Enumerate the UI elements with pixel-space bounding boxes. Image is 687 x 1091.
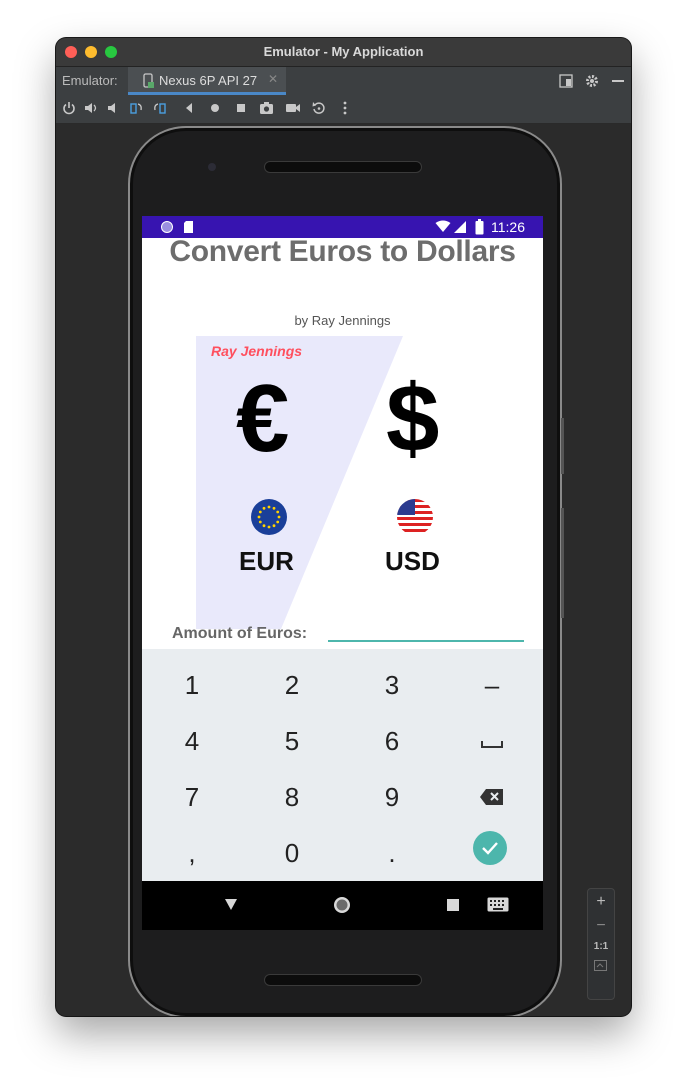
- zoom-in-button[interactable]: +: [588, 893, 614, 911]
- app-subtitle: by Ray Jennings: [294, 313, 391, 328]
- app-title: Convert Euros to Dollars: [169, 235, 516, 268]
- power-icon[interactable]: [62, 101, 76, 115]
- wifi-icon: [435, 220, 451, 232]
- key-3[interactable]: 3: [342, 657, 442, 713]
- home-circle-icon[interactable]: [332, 895, 352, 915]
- battery-icon: [475, 219, 484, 235]
- device-tab-label: Nexus 6P API 27: [159, 73, 258, 88]
- currency-graphic: Ray Jennings € $ EUR USD: [196, 336, 466, 629]
- key-9[interactable]: 9: [342, 769, 442, 825]
- usd-label: USD: [385, 546, 440, 576]
- home-icon[interactable]: [209, 102, 221, 114]
- close-tab-icon[interactable]: ✕: [268, 72, 278, 86]
- layout-icon[interactable]: [559, 74, 573, 88]
- key-comma[interactable]: ,: [142, 825, 242, 881]
- recents-square-icon[interactable]: [447, 899, 459, 911]
- keyboard-icon[interactable]: [487, 897, 509, 912]
- key-done[interactable]: [473, 831, 507, 865]
- notification-circle-icon: [161, 221, 173, 233]
- key-backspace[interactable]: [442, 769, 542, 825]
- window-title: Emulator - My Application: [263, 44, 424, 59]
- device-screen: 11:26 Convert Euros to Dollars by Ray Je…: [142, 216, 543, 930]
- rotate-left-icon[interactable]: [129, 101, 143, 115]
- back-triangle-icon[interactable]: [224, 898, 238, 911]
- more-icon[interactable]: [342, 101, 348, 115]
- video-icon[interactable]: [285, 101, 301, 115]
- bottom-speaker: [264, 974, 422, 986]
- key-8[interactable]: 8: [242, 769, 342, 825]
- navigation-bar: [142, 881, 543, 930]
- emulator-window: Emulator - My Application Emulator: Nexu…: [56, 38, 631, 1016]
- key-7[interactable]: 7: [142, 769, 242, 825]
- minimize-panel-icon[interactable]: [612, 80, 624, 82]
- key-space[interactable]: [442, 713, 542, 769]
- power-key: [561, 418, 564, 474]
- title-bar: Emulator - My Application: [56, 38, 631, 67]
- emulator-toolbar: [56, 95, 631, 124]
- volume-keys: [561, 508, 564, 618]
- key-4[interactable]: 4: [142, 713, 242, 769]
- back-icon[interactable]: [183, 102, 195, 114]
- amount-input[interactable]: [328, 618, 524, 642]
- us-flag-icon: [397, 499, 433, 535]
- dollar-symbol: $: [386, 365, 440, 472]
- space-icon: [481, 741, 503, 748]
- volume-up-icon[interactable]: [84, 101, 98, 115]
- key-6[interactable]: 6: [342, 713, 442, 769]
- backspace-icon: [480, 789, 503, 805]
- numeric-keypad: 1 2 3 – 4 5 6 7 8 9 , 0 .: [142, 649, 543, 881]
- key-minus[interactable]: –: [442, 657, 542, 713]
- key-1[interactable]: 1: [142, 657, 242, 713]
- key-5[interactable]: 5: [242, 713, 342, 769]
- check-icon: [482, 842, 498, 855]
- device-tab[interactable]: Nexus 6P API 27 ✕: [128, 67, 286, 95]
- volume-down-icon[interactable]: [106, 101, 120, 115]
- replay-icon[interactable]: [312, 101, 326, 115]
- key-period[interactable]: .: [342, 825, 442, 881]
- fit-screen-icon[interactable]: [594, 960, 607, 971]
- signature-text: Ray Jennings: [211, 343, 303, 359]
- rotate-right-icon[interactable]: [153, 101, 167, 115]
- zoom-panel: + − 1:1: [587, 888, 615, 1000]
- eur-label: EUR: [239, 546, 294, 576]
- phone-icon: [143, 73, 154, 88]
- emulator-label: Emulator:: [62, 73, 118, 88]
- key-2[interactable]: 2: [242, 657, 342, 713]
- sd-card-icon: [184, 221, 193, 233]
- gear-icon[interactable]: [585, 74, 599, 88]
- cellular-signal-icon: [454, 221, 466, 233]
- front-camera: [208, 163, 216, 171]
- tab-bar: Emulator: Nexus 6P API 27 ✕: [56, 67, 631, 95]
- overview-icon[interactable]: [235, 102, 247, 114]
- clock: 11:26: [491, 219, 525, 235]
- eu-flag-icon: [251, 499, 287, 535]
- key-0[interactable]: 0: [242, 825, 342, 881]
- one-to-one-button[interactable]: 1:1: [588, 941, 614, 952]
- zoom-out-button[interactable]: −: [588, 917, 614, 935]
- camera-icon[interactable]: [259, 101, 274, 115]
- amount-label: Amount of Euros:: [172, 625, 308, 642]
- top-speaker: [264, 161, 422, 173]
- euro-symbol: €: [236, 365, 290, 472]
